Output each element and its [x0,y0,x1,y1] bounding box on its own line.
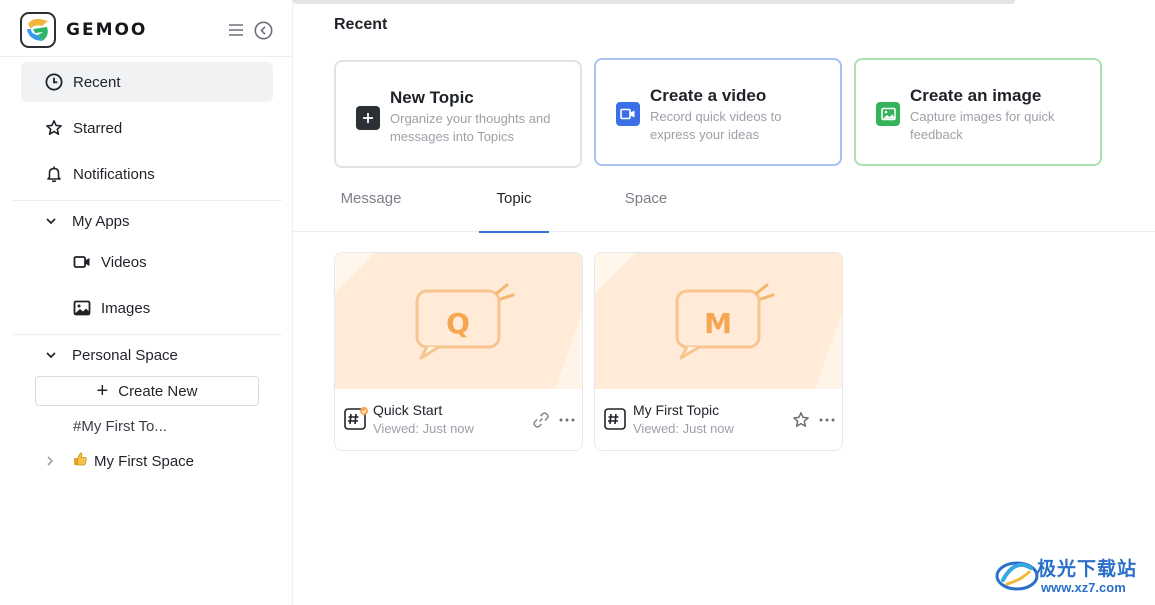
sidebar-topic-link[interactable]: #My First To... [73,414,167,438]
sidebar-item-videos[interactable]: Videos [73,247,147,277]
create-new-label: Create New [118,382,198,400]
more-icon[interactable] [558,411,576,429]
tab-topic[interactable]: Topic [479,190,549,233]
loading-bar [293,0,1015,4]
sidebar-space-link[interactable]: My First Space [44,449,194,473]
more-icon[interactable] [818,411,836,429]
watermark: 极光下载站 www.xz7.com [995,552,1155,598]
space-link-label: My First Space [94,452,195,470]
topic-viewed: Viewed: Just now [373,421,474,436]
chevron-down-icon [44,348,58,362]
watermark-logo-icon [995,561,1039,591]
divider [0,56,293,57]
topic-letter: Q [446,307,470,340]
group-label: My Apps [72,212,130,230]
brand-name: GEMOO [66,20,148,40]
sidebar-item-images[interactable]: Images [73,293,150,323]
sidebar-item-label: Images [101,299,151,317]
chevron-down-icon [44,214,58,228]
watermark-text: 极光下载站 [1037,558,1138,580]
logo-row: GEMOO [20,12,280,50]
tab-space[interactable]: Space [623,190,669,232]
topic-name: Quick Start [373,402,443,418]
video-icon [73,253,91,271]
topic-viewed: Viewed: Just now [633,421,734,436]
topic-card-my-first-topic[interactable]: M My First Topic Viewed: Just now [594,252,843,451]
create-video-card[interactable]: Create a video Record quick videos to ex… [594,58,842,166]
plus-icon [356,106,380,130]
star-icon[interactable] [792,411,810,429]
divider [12,334,282,335]
group-label: Personal Space [72,346,178,364]
topic-footer: Quick Start Viewed: Just now [335,389,582,450]
sidebar-item-label: Recent [73,73,121,91]
sidebar-item-starred[interactable]: Starred [21,108,273,148]
topic-letter: M [704,307,732,340]
star-icon [45,119,63,137]
image-icon [876,102,900,126]
watermark-url: www.xz7.com [1041,580,1126,595]
divider [12,200,282,201]
sidebar-item-notifications[interactable]: Notifications [21,154,273,194]
card-title: Create a video [650,86,767,105]
topic-name: My First Topic [633,402,720,418]
sidebar-item-label: Videos [101,253,147,271]
plus-icon: + [96,380,109,402]
card-description: Record quick videos to express your idea… [650,109,782,142]
chevron-right-icon[interactable] [44,455,56,467]
tab-message[interactable]: Message [340,190,402,232]
personal-space-toggle[interactable]: Personal Space [44,340,178,370]
sidebar: GEMOO Recent Starred Notifications My Ap… [0,0,293,605]
sidebar-item-label: Starred [73,119,123,137]
link-icon[interactable] [532,411,550,429]
topic-thumbnail: Q [335,253,582,389]
create-image-card[interactable]: Create an image Capture images for quick… [854,58,1102,166]
gemoo-logo-icon[interactable] [20,12,56,48]
topic-thumbnail: M [595,253,842,389]
card-title: Create an image [910,86,1042,105]
content-tabs: Message Topic Space [293,180,1155,233]
topic-footer: My First Topic Viewed: Just now [595,389,842,450]
card-description: Capture images for quick feedback [910,109,1055,142]
new-topic-card[interactable]: New Topic Organize your thoughts and mes… [334,60,582,168]
card-title: New Topic [390,88,474,107]
clock-icon [45,73,63,91]
card-description: Organize your thoughts and messages into… [390,111,551,144]
hashtag-icon [344,407,368,430]
hashtag-icon [604,407,626,430]
my-apps-toggle[interactable]: My Apps [44,206,130,236]
menu-icon[interactable] [228,22,244,38]
thumbs-up-icon [72,451,88,471]
page-title: Recent [334,16,388,33]
bell-icon [45,165,63,183]
video-icon [616,102,640,126]
create-new-button[interactable]: + Create New [35,376,259,406]
collapse-sidebar-icon[interactable] [254,21,273,40]
image-icon [73,299,91,317]
topic-card-quick-start[interactable]: Q Quick Start Viewed: Just now [334,252,583,451]
sidebar-item-recent[interactable]: Recent [21,62,273,102]
sidebar-item-label: Notifications [73,165,155,183]
